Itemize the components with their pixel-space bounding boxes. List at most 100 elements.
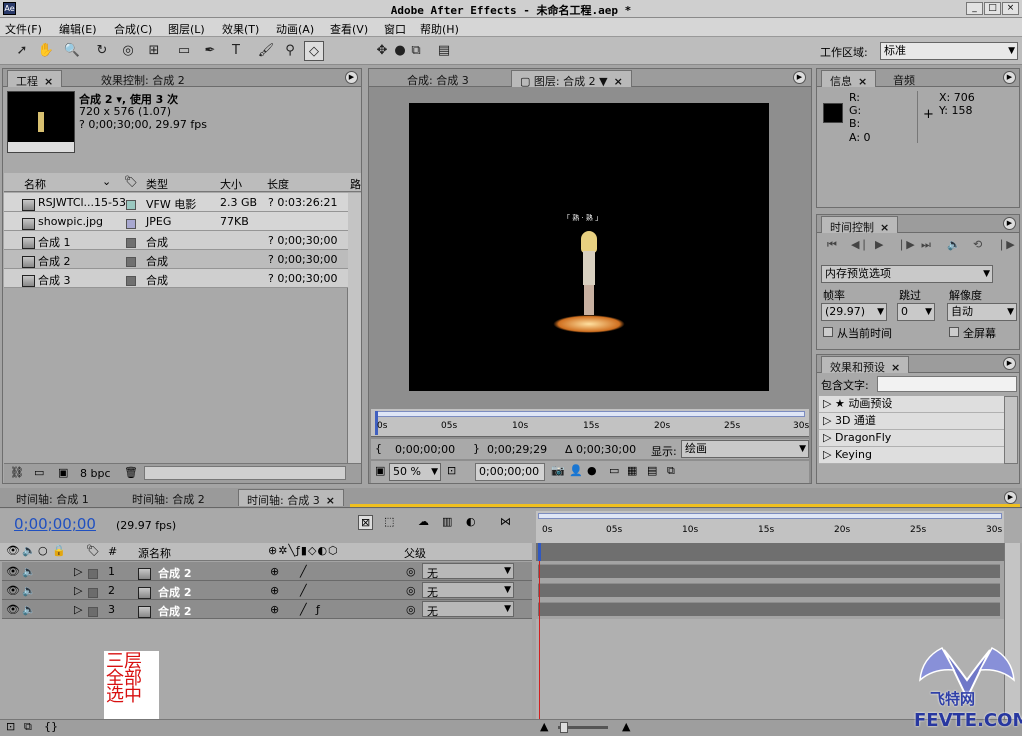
chevron-down-icon[interactable]: ▼ bbox=[596, 75, 607, 88]
tab-timeline-3[interactable]: 时间轴: 合成 3 × bbox=[238, 489, 344, 507]
zoom-out-icon[interactable]: ▲ bbox=[540, 720, 548, 733]
tab-effect-controls[interactable]: 效果控制: 合成 2 bbox=[93, 70, 193, 87]
last-frame-icon[interactable]: ⏭ bbox=[921, 238, 931, 252]
show-snapshot-icon[interactable]: 👤 bbox=[569, 464, 583, 477]
sort-chevron-icon[interactable]: ⌄ bbox=[102, 175, 111, 188]
menu-edit[interactable]: 编辑(E) bbox=[59, 21, 97, 37]
collapse-switch-icon[interactable]: ⊕ bbox=[270, 584, 279, 597]
layer-name[interactable]: 合成 2 bbox=[158, 603, 191, 619]
comp-marker-icon[interactable]: ⊠ bbox=[358, 515, 374, 530]
tab-composition[interactable]: 合成: 合成 3 bbox=[399, 70, 477, 87]
transparency-grid-icon[interactable]: ▦ bbox=[627, 464, 637, 477]
collapse-switch-icon[interactable]: ⊕ bbox=[270, 565, 279, 578]
source-name-header[interactable]: 源名称 bbox=[138, 545, 171, 561]
tab-time-control[interactable]: 时间控制 × bbox=[821, 216, 899, 234]
disclosure-triangle-icon[interactable]: ▷ bbox=[823, 448, 835, 461]
eraser-tool-icon[interactable]: ◇ bbox=[304, 41, 324, 61]
panel-menu-icon[interactable]: ▶ bbox=[345, 71, 358, 84]
col-size-header[interactable]: 大小 bbox=[220, 176, 242, 192]
layer-name[interactable]: 合成 2 bbox=[158, 565, 191, 581]
panel-menu-icon[interactable]: ▶ bbox=[793, 71, 806, 84]
project-item-row[interactable]: 合成 3 合成 ? 0;00;30;00 bbox=[4, 269, 348, 288]
next-frame-icon[interactable]: ❘▶ bbox=[897, 238, 915, 251]
previous-frame-icon[interactable]: ◀❘ bbox=[851, 238, 869, 251]
close-icon[interactable]: × bbox=[880, 221, 889, 234]
palette-toggle-icon[interactable]: ▤ bbox=[434, 41, 454, 61]
bpc-label[interactable]: 8 bpc bbox=[80, 467, 111, 480]
parent-select[interactable]: 无 ▼ bbox=[422, 601, 514, 618]
graph-editor-icon[interactable]: ⋈ bbox=[500, 515, 511, 528]
close-icon[interactable]: × bbox=[326, 494, 335, 507]
audio-icon[interactable]: 🔈 bbox=[22, 584, 36, 597]
effects-category-item[interactable]: ▷ ★ 动画预设 bbox=[819, 396, 1004, 413]
eye-icon[interactable]: 👁 bbox=[6, 565, 20, 578]
contains-search-input[interactable] bbox=[877, 376, 1017, 392]
zoom-tool-icon[interactable]: 🔍 bbox=[62, 41, 82, 61]
loop-icon[interactable]: ⟲ bbox=[973, 238, 982, 251]
tab-audio[interactable]: 音频 bbox=[885, 70, 923, 87]
effects-scrollbar[interactable] bbox=[1004, 396, 1018, 464]
shy-layers-icon[interactable]: ☁ bbox=[418, 515, 429, 528]
expand-modes-icon[interactable]: ⧉ bbox=[24, 720, 32, 734]
layer-duration-bar[interactable] bbox=[538, 564, 1000, 578]
hand-tool-icon[interactable]: ✋ bbox=[36, 41, 56, 61]
set-in-point-icon[interactable]: { bbox=[375, 442, 382, 455]
pickwhip-icon[interactable]: ◎ bbox=[406, 565, 416, 578]
maximize-button[interactable]: □ bbox=[984, 2, 1001, 15]
col-name-header[interactable]: 名称 bbox=[24, 176, 46, 192]
timeline-work-area[interactable] bbox=[538, 513, 1002, 519]
project-item-row[interactable]: 合成 2 合成 ? 0;00;30;00 bbox=[4, 250, 348, 269]
set-out-point-icon[interactable]: } bbox=[473, 442, 480, 455]
motion-blur-icon[interactable]: ◐ bbox=[466, 515, 476, 528]
effects-category-item[interactable]: ▷ DragonFly bbox=[819, 430, 1004, 447]
menu-view[interactable]: 查看(V) bbox=[330, 21, 368, 37]
from-current-checkbox[interactable] bbox=[823, 327, 833, 337]
tab-layer[interactable]: ▢ 图层: 合成 2 ▼ × bbox=[511, 70, 632, 88]
close-icon[interactable]: × bbox=[44, 75, 53, 88]
current-time-indicator[interactable] bbox=[538, 543, 541, 561]
eye-icon[interactable]: 👁 bbox=[6, 603, 20, 616]
zoom-slider-thumb[interactable] bbox=[560, 722, 568, 733]
timeline-timecode[interactable]: 0;00;00;00 bbox=[14, 515, 96, 533]
audio-switch-icon[interactable]: 🔈 bbox=[22, 544, 36, 557]
draft-3d-icon[interactable]: ⬚ bbox=[384, 515, 394, 528]
expand-triangle-icon[interactable]: ▷ bbox=[74, 584, 82, 597]
layer-row[interactable]: 👁 🔈 ▷ 1 合成 2 ⊕ ╱ ◎ 无 ▼ bbox=[2, 562, 532, 581]
snapshot-icon[interactable]: 📷 bbox=[551, 464, 565, 477]
audio-icon[interactable]: 🔈 bbox=[22, 603, 36, 616]
expand-switches-icon[interactable]: ⊡ bbox=[6, 720, 15, 733]
menu-composition[interactable]: 合成(C) bbox=[114, 21, 152, 37]
lock-icon[interactable]: 🔒 bbox=[52, 544, 66, 557]
expand-triangle-icon[interactable]: ▷ bbox=[74, 565, 82, 578]
close-button[interactable]: × bbox=[1002, 2, 1019, 15]
panel-menu-icon[interactable]: ▶ bbox=[1003, 357, 1016, 370]
pickwhip-icon[interactable]: ◎ bbox=[406, 603, 416, 616]
interpret-footage-icon[interactable]: ⛓ bbox=[10, 466, 24, 479]
collapse-switch-icon[interactable]: ⊕ bbox=[270, 603, 279, 616]
project-item-row[interactable]: 合成 1 合成 ? 0;00;30;00 bbox=[4, 231, 348, 250]
zoom-select[interactable]: 50 % ▼ bbox=[389, 463, 441, 481]
comp-flowchart-icon[interactable]: ▤ bbox=[647, 464, 657, 477]
panel-menu-icon[interactable]: ▶ bbox=[1004, 491, 1017, 504]
tab-project[interactable]: 工程 × bbox=[7, 70, 63, 88]
clone-stamp-tool-icon[interactable]: ⚲ bbox=[280, 41, 300, 61]
brush-tool-icon[interactable]: 🖌 bbox=[256, 41, 276, 61]
view-axis-icon[interactable]: ⧉ bbox=[406, 41, 426, 61]
channel-icon[interactable]: ● bbox=[587, 464, 597, 477]
audio-icon[interactable]: 🔈 bbox=[947, 238, 961, 251]
toggle-panes-icon[interactable]: {} bbox=[44, 720, 58, 733]
zoom-in-icon[interactable]: ▲ bbox=[622, 720, 630, 733]
quality-switch-icon[interactable]: ╱ bbox=[300, 603, 307, 616]
menu-layer[interactable]: 图层(L) bbox=[168, 21, 205, 37]
label-col-icon[interactable]: 🏷 bbox=[86, 544, 100, 557]
switches-header-icon[interactable]: ⊕✲╲ƒ▮◇◐⬡ bbox=[268, 544, 339, 557]
show-select[interactable]: 绘画 ▼ bbox=[681, 440, 809, 458]
first-frame-icon[interactable]: ⏮ bbox=[827, 238, 837, 252]
layer-name[interactable]: 合成 2 bbox=[158, 584, 191, 600]
new-comp-icon[interactable]: ▣ bbox=[58, 466, 68, 479]
layer-row[interactable]: 👁 🔈 ▷ 3 合成 2 ⊕ ╱ ƒ ◎ 无 ▼ bbox=[2, 600, 532, 619]
disclosure-triangle-icon[interactable]: ▷ bbox=[823, 414, 835, 427]
menu-animation[interactable]: 动画(A) bbox=[276, 21, 314, 37]
minimize-button[interactable]: _ bbox=[966, 2, 983, 15]
quality-switch-icon[interactable]: ╱ bbox=[300, 565, 307, 578]
